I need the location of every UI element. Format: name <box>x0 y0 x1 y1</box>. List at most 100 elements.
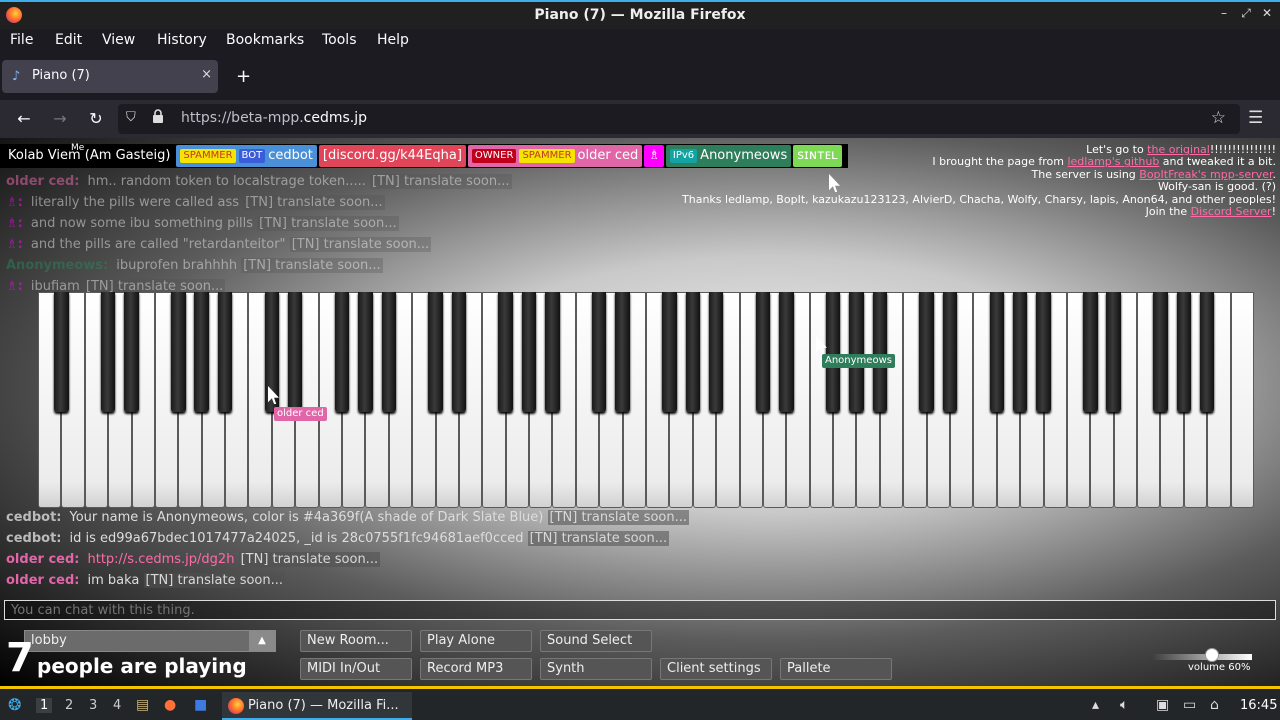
black-key[interactable] <box>334 292 350 412</box>
menu-file[interactable]: File <box>10 32 33 48</box>
server-link[interactable]: BopItFreak's mpp-server <box>1139 168 1272 181</box>
chat-line: older ced: im baka [TN] translate soon... <box>6 573 286 588</box>
black-key[interactable] <box>171 292 186 412</box>
minimize-icon[interactable]: – <box>1216 6 1232 20</box>
menu-tools[interactable]: Tools <box>322 32 357 48</box>
black-key[interactable] <box>498 292 513 412</box>
chat-author: older ced: <box>6 174 80 189</box>
taskbar-window-title: Piano (7) — Mozilla Fi... <box>248 698 399 713</box>
black-key[interactable] <box>287 292 303 412</box>
display-icon[interactable]: ▭ <box>1183 697 1196 713</box>
volume-track[interactable] <box>1152 654 1252 660</box>
shield-icon[interactable]: ⛉ <box>126 110 136 125</box>
black-key[interactable] <box>825 292 841 412</box>
black-key[interactable] <box>381 292 396 412</box>
menu-view[interactable]: View <box>102 32 135 48</box>
record-mp3-button[interactable]: Record MP3 <box>420 658 532 680</box>
close-window-icon[interactable]: ✕ <box>1259 6 1275 20</box>
menu-bookmarks[interactable]: Bookmarks <box>226 32 304 48</box>
workspace-4[interactable]: 4 <box>113 698 121 713</box>
black-key[interactable] <box>1083 292 1098 412</box>
black-key[interactable] <box>591 292 607 412</box>
chat-input[interactable] <box>4 600 1276 620</box>
black-key[interactable] <box>451 292 467 412</box>
tab-piano[interactable]: ♪ Piano (7) × <box>2 60 218 93</box>
black-key[interactable] <box>989 292 1004 412</box>
chat-link[interactable]: http://s.cedms.jp/dg2h <box>87 552 234 567</box>
workspace-2[interactable]: 2 <box>65 698 73 713</box>
maximize-icon[interactable]: ⤢ <box>1238 6 1254 21</box>
client-settings-button[interactable]: Client settings <box>660 658 772 680</box>
black-key[interactable] <box>1199 292 1215 412</box>
black-key[interactable] <box>662 292 677 412</box>
black-key[interactable] <box>100 292 116 412</box>
black-key[interactable] <box>872 292 888 412</box>
user-entry[interactable]: Kolab Viem (Am Gasteig) <box>4 145 175 167</box>
bookmark-star-icon[interactable]: ☆ <box>1211 108 1226 128</box>
new-room-button[interactable]: New Room... <box>300 630 412 652</box>
black-key[interactable] <box>194 292 209 412</box>
black-key[interactable] <box>54 292 69 412</box>
workspace-3[interactable]: 3 <box>89 698 97 713</box>
piano-keyboard[interactable] <box>38 292 1254 508</box>
app-menu-icon[interactable]: ☰ <box>1248 108 1263 128</box>
synth-button[interactable]: Synth <box>540 658 652 680</box>
github-link[interactable]: ledlamp's github <box>1067 155 1159 168</box>
user-entry[interactable]: OWNER SPAMMER older ced <box>467 145 643 167</box>
black-key[interactable] <box>124 292 139 412</box>
workspace-1[interactable]: 1 <box>36 698 53 713</box>
play-alone-button[interactable]: Play Alone <box>420 630 532 652</box>
taskbar-firefox-window[interactable]: Piano (7) — Mozilla Fi... <box>222 692 412 720</box>
black-key[interactable] <box>521 292 537 412</box>
white-key[interactable] <box>1230 292 1254 508</box>
user-entry[interactable]: [discord.gg/k44Eqha] <box>318 145 466 167</box>
menu-history[interactable]: History <box>157 32 207 48</box>
black-key[interactable] <box>1012 292 1028 412</box>
black-key[interactable] <box>1176 292 1192 412</box>
menu-edit[interactable]: Edit <box>55 32 82 48</box>
black-key[interactable] <box>358 292 373 412</box>
pallete-button[interactable]: Pallete <box>780 658 892 680</box>
black-key[interactable] <box>755 292 771 412</box>
network-icon[interactable]: ⌂ <box>1210 697 1219 713</box>
volume-icon[interactable]: 🔈︎ <box>1120 697 1128 713</box>
black-key[interactable] <box>919 292 934 412</box>
reload-icon[interactable]: ↻ <box>86 109 106 128</box>
volume-knob[interactable] <box>1205 648 1219 662</box>
back-icon[interactable]: ← <box>14 109 34 128</box>
black-key[interactable] <box>1036 292 1051 412</box>
black-key[interactable] <box>1106 292 1121 412</box>
black-key[interactable] <box>1153 292 1168 412</box>
menu-help[interactable]: Help <box>377 32 409 48</box>
black-key[interactable] <box>428 292 443 412</box>
forward-icon[interactable]: → <box>50 109 70 128</box>
black-key[interactable] <box>615 292 630 412</box>
dropdown-arrow-icon[interactable]: ▲ <box>249 631 275 651</box>
original-link[interactable]: the original <box>1147 143 1210 156</box>
chat-line: older ced: hm.. random token to localstra… <box>6 174 512 189</box>
black-key[interactable] <box>217 292 233 412</box>
lock-icon[interactable] <box>152 109 164 123</box>
black-key[interactable] <box>779 292 794 412</box>
room-select[interactable]: lobby ▲ <box>24 630 276 652</box>
app-launcher-icon[interactable]: ❂ <box>8 695 21 714</box>
tab-close-icon[interactable]: × <box>201 67 212 82</box>
user-entry[interactable]: ♗ <box>644 145 664 167</box>
tray-expand-icon[interactable]: ▴ <box>1092 697 1099 713</box>
file-manager-icon[interactable]: ▤ <box>136 697 149 713</box>
black-key[interactable] <box>545 292 560 412</box>
discord-link[interactable]: Discord Server <box>1191 205 1272 218</box>
black-key[interactable] <box>942 292 958 412</box>
black-key[interactable] <box>708 292 724 412</box>
firefox-launcher-icon[interactable]: ● <box>164 697 176 713</box>
black-key[interactable] <box>685 292 700 412</box>
midi-button[interactable]: MIDI In/Out <box>300 658 412 680</box>
clipboard-icon[interactable]: ▣ <box>1156 697 1169 713</box>
user-entry[interactable]: SPAMMER BOT cedbot <box>176 145 317 167</box>
sound-select-button[interactable]: Sound Select <box>540 630 652 652</box>
black-key[interactable] <box>849 292 864 412</box>
terminal-icon[interactable]: ■ <box>194 697 207 713</box>
url-bar[interactable]: ⛉ https://beta-mpp.cedms.jp ☆ <box>118 104 1240 134</box>
volume-slider[interactable]: volume 60% <box>1150 648 1260 678</box>
new-tab-button[interactable]: + <box>236 66 251 87</box>
